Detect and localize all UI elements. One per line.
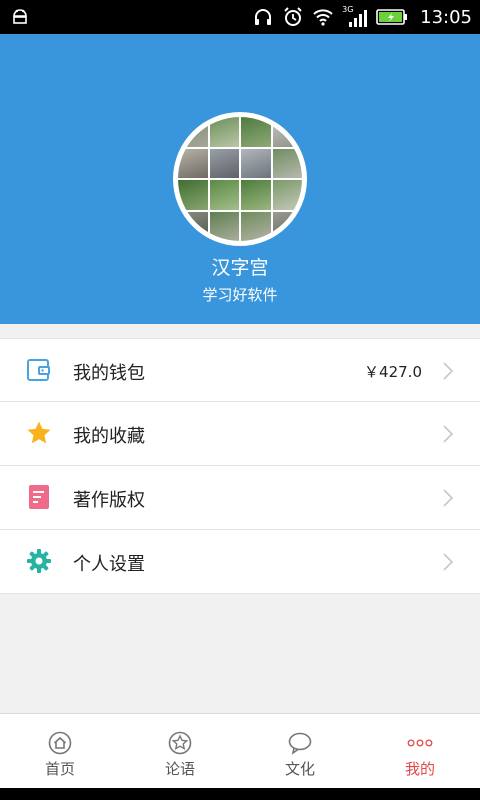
headphones-icon — [255, 9, 272, 25]
tab-label: 论语 — [164, 760, 195, 778]
tab-label: 我的 — [404, 760, 435, 778]
menu-item-favorites[interactable]: 我的收藏 — [0, 402, 480, 466]
bottom-tab-bar: 首页 论语 文化 我的 — [0, 713, 480, 788]
alarm-icon — [284, 7, 302, 26]
tab-culture[interactable]: 文化 — [240, 714, 360, 788]
signal-icon: 3G — [342, 5, 368, 29]
tab-label: 文化 — [284, 760, 315, 778]
user-tagline: 学习好软件 — [202, 286, 278, 304]
wallet-balance: ￥427.0 — [364, 363, 422, 381]
profile-header: 汉字宫 学习好软件 — [0, 34, 480, 324]
status-bar: 3G 13:05 — [0, 0, 480, 34]
chevron-right-icon — [443, 362, 454, 380]
tab-home[interactable]: 首页 — [0, 714, 120, 788]
home-icon — [48, 731, 72, 755]
chat-bubble-icon — [288, 732, 312, 755]
menu-label: 著作版权 — [73, 490, 145, 511]
tab-analects[interactable]: 论语 — [120, 714, 240, 788]
tab-label: 首页 — [44, 760, 75, 778]
nav-bar-strip — [0, 788, 480, 800]
android-icon — [13, 9, 27, 24]
menu-label: 个人设置 — [73, 554, 145, 575]
chevron-right-icon — [443, 425, 454, 443]
star-circle-icon — [168, 731, 192, 755]
chevron-right-icon — [443, 553, 454, 571]
username: 汉字宫 — [211, 257, 269, 279]
tab-mine[interactable]: 我的 — [360, 714, 480, 788]
menu-item-wallet[interactable]: 我的钱包 ￥427.0 — [0, 338, 480, 402]
menu-label: 我的钱包 — [73, 363, 145, 384]
menu-label: 我的收藏 — [73, 426, 145, 447]
clock: 13:05 — [420, 6, 472, 28]
wifi-icon — [313, 9, 333, 26]
wallet-icon — [27, 359, 50, 381]
avatar-photo-collage — [178, 117, 302, 241]
more-dots-icon — [407, 739, 433, 747]
status-icons: 3G 13:05 — [252, 0, 472, 34]
chevron-right-icon — [443, 489, 454, 507]
menu-item-copyright[interactable]: 著作版权 — [0, 466, 480, 530]
document-icon — [29, 485, 49, 509]
menu-item-settings[interactable]: 个人设置 — [0, 530, 480, 594]
battery-icon — [376, 9, 408, 25]
star-icon — [27, 421, 51, 444]
avatar[interactable] — [173, 112, 307, 246]
profile-menu: 我的钱包 ￥427.0 我的收藏 著作版权 个人设置 — [0, 338, 480, 594]
gear-icon — [27, 549, 51, 573]
